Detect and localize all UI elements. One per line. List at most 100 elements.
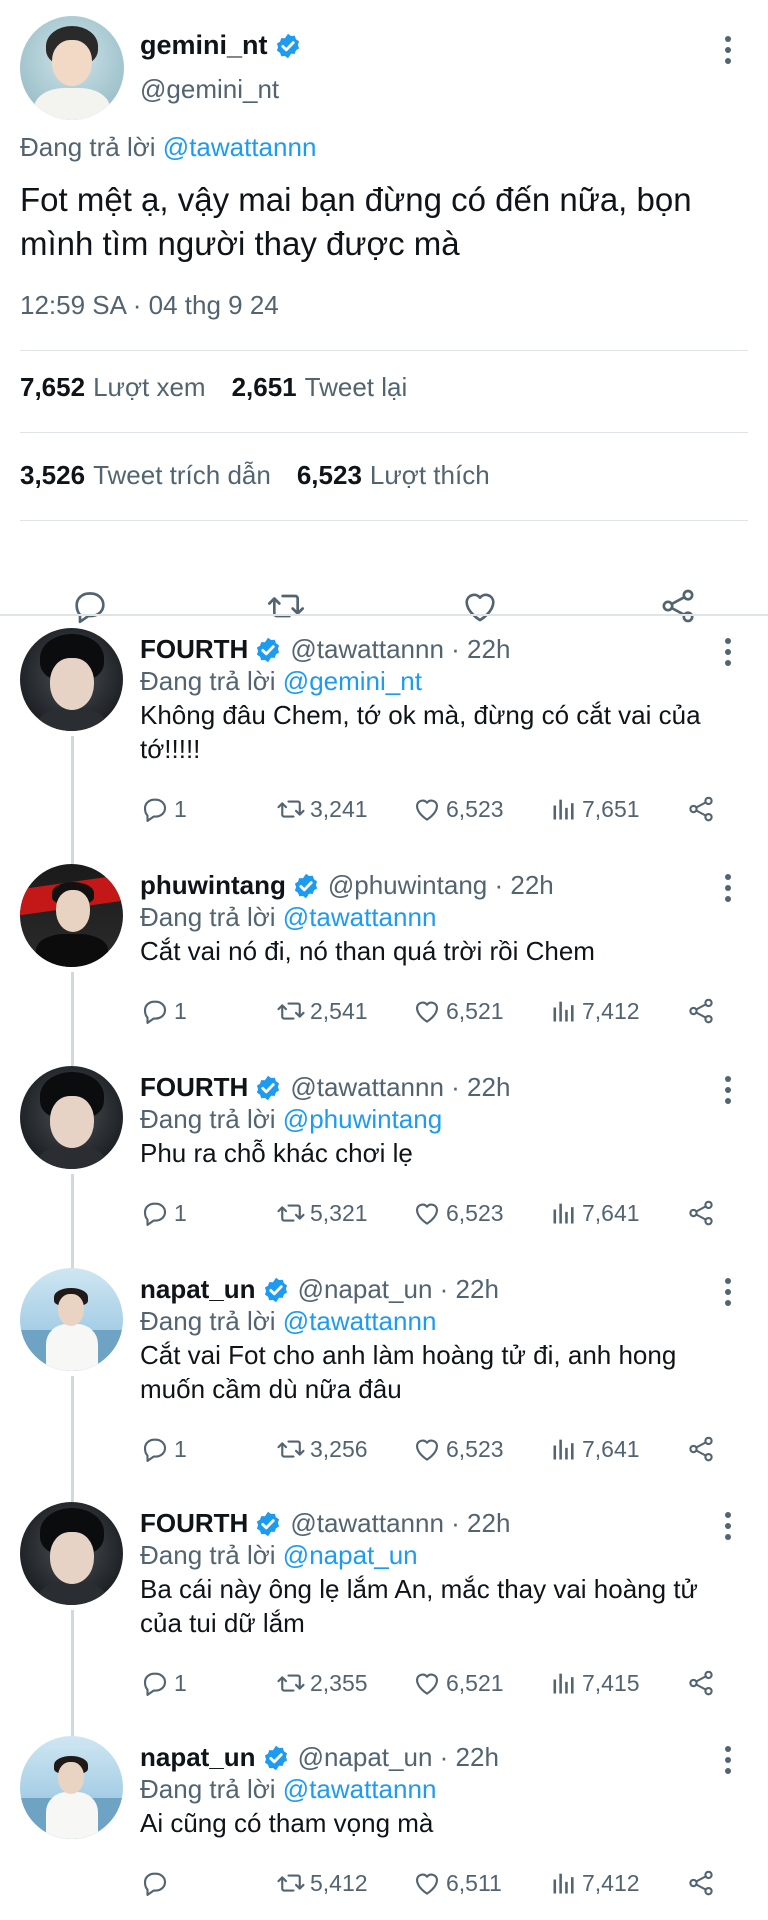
retweet-button[interactable]: 3,241: [276, 792, 368, 826]
avatar[interactable]: [20, 864, 123, 967]
author-name[interactable]: napat_un: [140, 1742, 256, 1773]
share-button[interactable]: [686, 1666, 716, 1700]
reply-button[interactable]: 1: [140, 792, 187, 826]
reply-icon[interactable]: [66, 582, 114, 630]
like-button[interactable]: 6,511: [412, 1866, 502, 1900]
likes-stat[interactable]: 6,523 Lượt thích: [297, 460, 490, 491]
thread-line: [71, 1376, 74, 1502]
more-vertical-icon[interactable]: [716, 632, 740, 672]
like-button[interactable]: 6,521: [412, 1666, 504, 1700]
author-handle[interactable]: @phuwintang · 22h: [328, 870, 554, 901]
author-name[interactable]: FOURTH: [140, 634, 248, 665]
more-vertical-icon[interactable]: [716, 1740, 740, 1780]
share-button[interactable]: [686, 792, 716, 826]
share-button[interactable]: [686, 1866, 716, 1900]
reply-tweet[interactable]: FOURTH @tawattannn · 22h Đang trả lời @phu…: [0, 1066, 768, 1268]
retweet-button[interactable]: 5,321: [276, 1196, 368, 1230]
reply-button[interactable]: [140, 1866, 174, 1900]
quotes-stat[interactable]: 3,526 Tweet trích dẫn: [20, 460, 271, 491]
tweet-timestamp[interactable]: 12:59 SA · 04 thg 9 24: [20, 290, 279, 321]
avatar[interactable]: [20, 1502, 123, 1605]
reply-mention-link[interactable]: @tawattannn: [283, 1774, 437, 1804]
more-vertical-icon[interactable]: [716, 30, 740, 70]
heart-icon[interactable]: [456, 582, 504, 630]
share-button[interactable]: [686, 1432, 716, 1466]
avatar[interactable]: [20, 1736, 123, 1839]
retweet-button[interactable]: 2,355: [276, 1666, 368, 1700]
reply-button[interactable]: 1: [140, 1432, 187, 1466]
like-button[interactable]: 6,523: [412, 792, 504, 826]
views-bar-icon: [550, 1435, 578, 1463]
reply-tweet[interactable]: napat_un @napat_un · 22h Đang trả lời @taw…: [0, 1268, 768, 1502]
retweet-count: 5,412: [310, 1869, 368, 1896]
author-row: FOURTH @tawattannn · 22h: [140, 1072, 510, 1103]
reply-tweet[interactable]: phuwintang @phuwintang · 22h Đang trả lời …: [0, 864, 768, 1066]
more-vertical-icon[interactable]: [716, 1070, 740, 1110]
retweet-icon[interactable]: [262, 582, 310, 630]
retweet-button[interactable]: 3,256: [276, 1432, 368, 1466]
reply-mention-link[interactable]: @tawattannn: [283, 1306, 437, 1336]
avatar[interactable]: [20, 16, 124, 120]
reply-button[interactable]: 1: [140, 994, 187, 1028]
views-button[interactable]: 7,641: [550, 1432, 640, 1466]
author-name-row: gemini_nt: [140, 30, 302, 61]
retweet-button[interactable]: 5,412: [276, 1866, 368, 1900]
author-name[interactable]: gemini_nt: [140, 30, 268, 61]
share-icon[interactable]: [654, 582, 702, 630]
tweet-text: Cắt vai nó đi, nó than quá trời rồi Chem: [140, 936, 595, 966]
more-vertical-icon[interactable]: [716, 1506, 740, 1546]
author-handle[interactable]: @napat_un · 22h: [298, 1742, 499, 1773]
author-handle[interactable]: @tawattannn · 22h: [290, 1508, 510, 1539]
replying-to-label: Đang trả lời: [140, 666, 276, 696]
views-bar-icon: [550, 1669, 578, 1697]
author-name[interactable]: phuwintang: [140, 870, 286, 901]
author-name[interactable]: napat_un: [140, 1274, 256, 1305]
reply-mention-link[interactable]: @tawattannn: [163, 132, 317, 162]
reply-tweet[interactable]: napat_un @napat_un · 22h Đang trả lời @taw…: [0, 1736, 768, 1906]
share-icon: [686, 1868, 716, 1898]
author-row: napat_un @napat_un · 22h: [140, 1274, 499, 1305]
reply-mention-link[interactable]: @napat_un: [283, 1540, 418, 1570]
author-handle[interactable]: @napat_un · 22h: [298, 1274, 499, 1305]
reply-mention-link[interactable]: @tawattannn: [283, 902, 437, 932]
divider: [20, 350, 748, 351]
share-button[interactable]: [686, 994, 716, 1028]
tweet-actions: 1 3,256 6,523 7,641: [140, 1432, 740, 1466]
like-button[interactable]: 6,521: [412, 994, 504, 1028]
reply-tweet[interactable]: FOURTH @tawattannn · 22h Đang trả lời @gem…: [0, 628, 768, 864]
heart-icon: [412, 1198, 442, 1228]
section-divider: [0, 614, 768, 616]
author-name[interactable]: FOURTH: [140, 1508, 248, 1539]
views-button[interactable]: 7,415: [550, 1666, 640, 1700]
replying-to-label: Đang trả lời: [140, 1774, 276, 1804]
avatar[interactable]: [20, 1066, 123, 1169]
more-vertical-icon[interactable]: [716, 1272, 740, 1312]
retweets-stat[interactable]: 2,651 Tweet lại: [232, 372, 408, 403]
views-button[interactable]: 7,641: [550, 1196, 640, 1230]
reply-button[interactable]: 1: [140, 1666, 187, 1700]
retweet-icon: [276, 1868, 306, 1898]
author-name[interactable]: FOURTH: [140, 1072, 248, 1103]
retweet-button[interactable]: 2,541: [276, 994, 368, 1028]
views-button[interactable]: 7,412: [550, 1866, 640, 1900]
author-handle[interactable]: @tawattannn · 22h: [290, 1072, 510, 1103]
reply-tweet[interactable]: FOURTH @tawattannn · 22h Đang trả lời @nap…: [0, 1502, 768, 1736]
retweet-count: 2,355: [310, 1669, 368, 1696]
author-handle[interactable]: @gemini_nt: [140, 74, 279, 105]
like-button[interactable]: 6,523: [412, 1196, 504, 1230]
author-handle[interactable]: @tawattannn · 22h: [290, 634, 510, 665]
verified-badge-icon: [274, 32, 302, 60]
views-button[interactable]: 7,651: [550, 792, 640, 826]
verified-badge-icon: [292, 872, 320, 900]
more-vertical-icon[interactable]: [716, 868, 740, 908]
share-button[interactable]: [686, 1196, 716, 1230]
reply-button[interactable]: 1: [140, 1196, 187, 1230]
replying-to: Đang trả lời @napat_un: [140, 1540, 418, 1571]
avatar[interactable]: [20, 628, 123, 731]
views-button[interactable]: 7,412: [550, 994, 640, 1028]
reply-mention-link[interactable]: @gemini_nt: [283, 666, 422, 696]
reply-mention-link[interactable]: @phuwintang: [283, 1104, 442, 1134]
avatar[interactable]: [20, 1268, 123, 1371]
like-button[interactable]: 6,523: [412, 1432, 504, 1466]
reply-icon: [140, 1668, 170, 1698]
